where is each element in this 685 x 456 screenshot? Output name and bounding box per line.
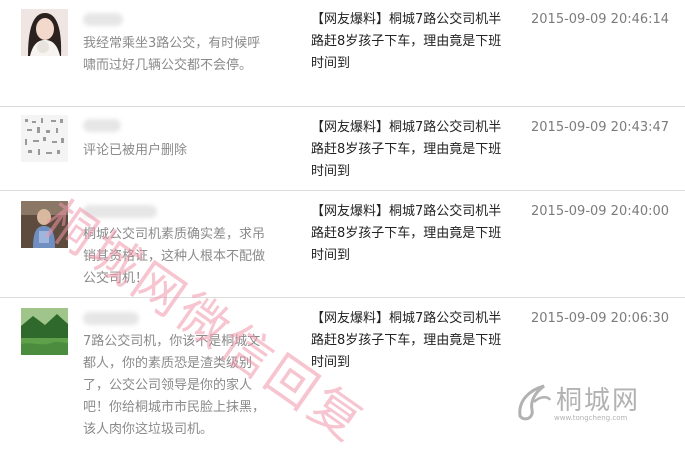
comment-text: 我经常乘坐3路公交，有时候呼啸而过好几辆公交都不会停。 — [83, 36, 261, 73]
comment-row: 评论已被用户删除 【网友爆料】桐城7路公交司机半路赶8岁孩子下车，理由竟是下班时… — [0, 107, 685, 191]
avatar-landscape-image — [21, 308, 68, 355]
username-blurred — [83, 205, 157, 218]
article-title-link[interactable]: 【网友爆料】桐城7路公交司机半路赶8岁孩子下车，理由竟是下班时间到 — [311, 201, 507, 267]
avatar[interactable] — [21, 308, 68, 355]
comment-timestamp: 2015-09-09 20:43:47 — [531, 120, 670, 135]
username-blurred — [83, 13, 123, 26]
comment-timestamp: 2015-09-09 20:46:14 — [531, 12, 670, 27]
avatar[interactable] — [21, 9, 68, 56]
comment-text: 桐城公交司机素质确实差，求吊销其资格证，这种人根本不配做公交司机！ — [83, 227, 266, 286]
comment-timestamp: 2015-09-09 20:06:30 — [531, 311, 670, 326]
comment-row: 7路公交司机，你该不是桐城文都人，你的素质恐是渣类级别了，公交公司领导是你的家人… — [0, 298, 685, 450]
avatar[interactable] — [21, 115, 68, 162]
article-title-link[interactable]: 【网友爆料】桐城7路公交司机半路赶8岁孩子下车，理由竟是下班时间到 — [311, 308, 507, 374]
avatar-pattern-image — [21, 115, 68, 162]
username-blurred — [83, 119, 121, 132]
comment-text: 7路公交司机，你该不是桐城文都人，你的素质恐是渣类级别了，公交公司领导是你的家人… — [83, 334, 266, 437]
article-title-link[interactable]: 【网友爆料】桐城7路公交司机半路赶8岁孩子下车，理由竟是下班时间到 — [311, 117, 507, 183]
avatar-person-image — [21, 201, 68, 248]
avatar-girl-image — [21, 9, 68, 56]
comment-row: 桐城公交司机素质确实差，求吊销其资格证，这种人根本不配做公交司机！ 【网友爆料】… — [0, 191, 685, 298]
comment-row: 我经常乘坐3路公交，有时候呼啸而过好几辆公交都不会停。 【网友爆料】桐城7路公交… — [0, 0, 685, 107]
comment-timestamp: 2015-09-09 20:40:00 — [531, 204, 670, 219]
comment-text: 评论已被用户删除 — [83, 143, 188, 158]
article-title-link[interactable]: 【网友爆料】桐城7路公交司机半路赶8岁孩子下车，理由竟是下班时间到 — [311, 9, 507, 75]
username-blurred — [83, 312, 139, 325]
avatar[interactable] — [21, 201, 68, 248]
